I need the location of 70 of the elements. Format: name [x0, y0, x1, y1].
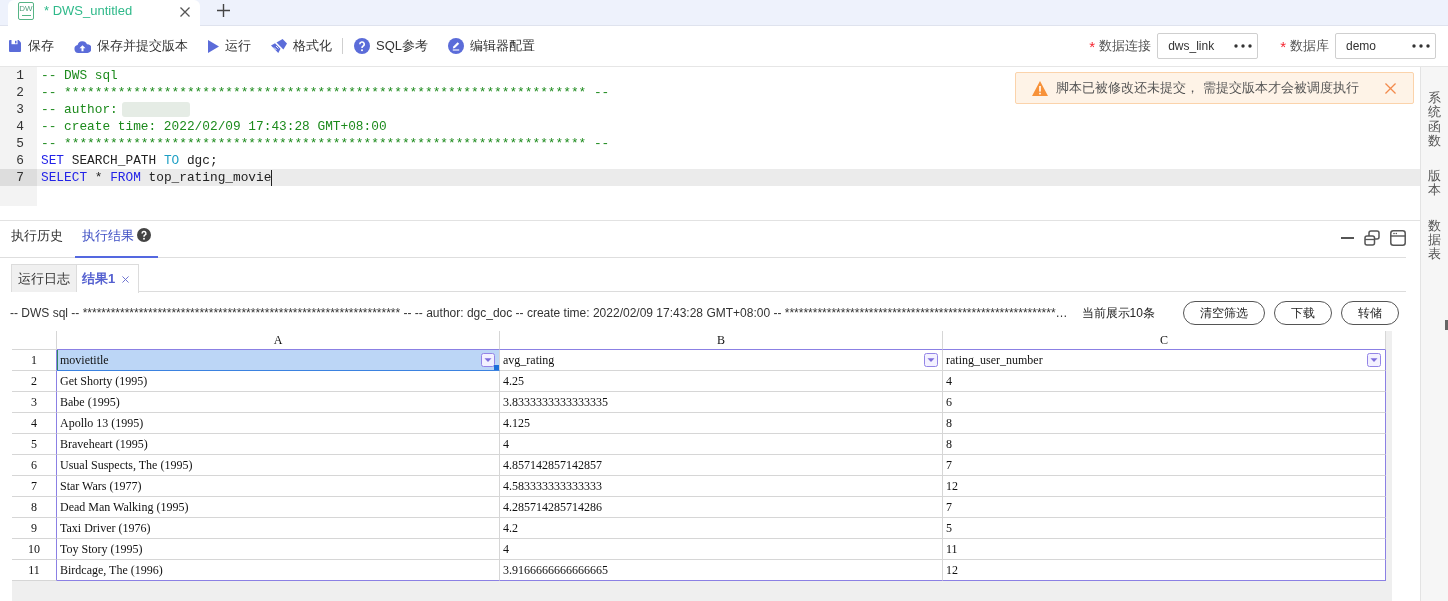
more-icon[interactable] [1234, 44, 1253, 48]
cell-text: movietitle [60, 352, 109, 368]
window-icon[interactable] [1390, 230, 1406, 246]
action-button[interactable]: 转储 [1340, 301, 1399, 325]
field-label: 数据连接 [1099, 37, 1152, 55]
restore-icon[interactable] [1364, 230, 1380, 246]
side-panel-tab[interactable]: 系统函数 [1428, 91, 1441, 149]
cell-text: rating_user_number [946, 352, 1043, 368]
line-number: 7 [0, 169, 37, 186]
select-field[interactable]: dws_link [1157, 33, 1259, 59]
line-number: 6 [15, 152, 25, 169]
line-number: 4 [15, 118, 25, 135]
play-icon [208, 39, 219, 53]
plus-icon[interactable] [217, 4, 230, 17]
brush-icon [271, 38, 287, 54]
toolbar-button[interactable]: 格式化 [271, 37, 332, 55]
line-number: 2 [15, 84, 25, 101]
toolbar-button[interactable]: 保存并提交版本 [74, 37, 188, 55]
toolbar-button[interactable]: SQL参考 [354, 37, 428, 55]
row-count: 当前展示10条 [1081, 304, 1155, 322]
more-icon[interactable] [1412, 44, 1430, 48]
close-icon[interactable] [180, 7, 190, 17]
cell-text: avg_rating [503, 352, 555, 368]
code-line: -- ******************************************************************** -- [41, 84, 610, 101]
required-mark: * [1089, 38, 1096, 54]
table-cell: 3.9166666666666665 [500, 560, 943, 581]
table-cell: 12 [943, 560, 1386, 581]
required-mark: * [1280, 38, 1286, 54]
query-text: -- DWS sql -- ******************************************************************** -- -- author: dgc_doc -- create time: 2022/02/09 17:43:28 GMT+08:00 -- **********************************************************… [10, 306, 1068, 320]
warning-message: 脚本已被修改还未提交， 需提交版本才会被调度执行 [1056, 79, 1359, 97]
toolbar-button[interactable]: 保存 [8, 37, 54, 55]
close-icon[interactable] [122, 275, 130, 283]
code-line: -- DWS sql [41, 67, 118, 84]
result-tab[interactable]: 结果1 [77, 264, 140, 293]
code-editor[interactable] [0, 67, 1420, 221]
select-field[interactable]: demo [1335, 33, 1436, 59]
fill-handle-icon[interactable] [494, 365, 499, 370]
file-type-badge: DW [18, 2, 34, 20]
table-cell: Birdcage, The (1996) [57, 560, 500, 581]
warning-icon [1032, 80, 1048, 96]
code-line: -- author: [41, 101, 118, 118]
action-button[interactable]: 下载 [1273, 301, 1332, 325]
panel-tab[interactable]: 执行历史 [4, 221, 70, 258]
side-panel-tab[interactable]: 数据表 [1428, 218, 1441, 262]
code-line: -- create time: 2022/02/09 17:43:28 GMT+08:00 [41, 118, 387, 135]
text-cursor [271, 169, 273, 186]
toolbar-button[interactable]: 编辑器配置 [448, 37, 535, 55]
side-panel-tab[interactable]: 版本 [1428, 169, 1441, 198]
line-number: 1 [15, 67, 25, 84]
code-line: SELECT * FROM top_rating_movie [41, 169, 272, 186]
toolbar-button[interactable]: 运行 [208, 37, 251, 55]
dropdown-icon[interactable] [1367, 353, 1381, 367]
dropdown-icon[interactable] [924, 353, 938, 367]
row-number: 11 [12, 560, 57, 581]
code-line: SET SEARCH_PATH TO dgc; [41, 152, 218, 169]
code-line: -- ******************************************************************** -- [41, 135, 610, 152]
cloud-upload-icon [74, 39, 91, 53]
action-button[interactable]: 清空筛选 [1182, 301, 1265, 325]
result-tab[interactable]: 运行日志 [11, 264, 77, 292]
blurred-text-block [121, 102, 190, 117]
line-number: 3 [15, 101, 25, 118]
help-icon[interactable] [137, 228, 151, 242]
dropdown-icon[interactable] [481, 353, 495, 367]
edit-icon [448, 38, 464, 54]
save-icon [8, 39, 22, 53]
help-icon [354, 38, 370, 54]
panel-tab[interactable]: 执行结果 [75, 221, 158, 258]
field-label: 数据库 [1290, 37, 1329, 55]
line-number: 5 [15, 135, 25, 152]
handle-icon[interactable] [1445, 320, 1448, 330]
